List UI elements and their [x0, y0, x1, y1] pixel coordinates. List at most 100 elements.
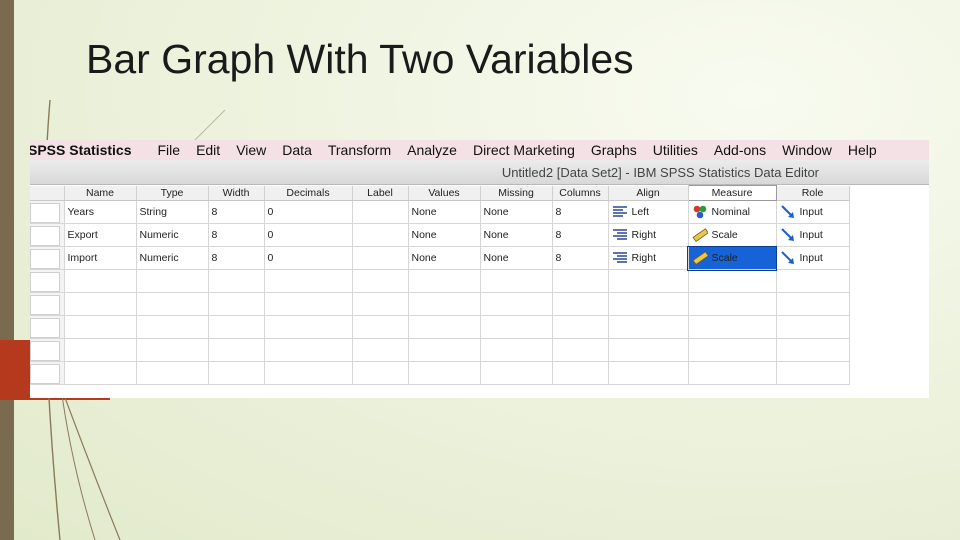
- menu-help[interactable]: Help: [840, 142, 885, 158]
- cell-type[interactable]: Numeric: [136, 246, 209, 270]
- empty-cell[interactable]: [776, 361, 850, 385]
- empty-cell[interactable]: [480, 361, 553, 385]
- empty-cell[interactable]: [208, 361, 265, 385]
- empty-cell[interactable]: [264, 338, 353, 362]
- empty-cell[interactable]: [64, 269, 137, 293]
- cell-values[interactable]: None: [408, 200, 481, 224]
- cell-measure[interactable]: Scale: [688, 223, 777, 247]
- cell-role[interactable]: Input: [776, 223, 850, 247]
- col-header-role[interactable]: Role: [776, 185, 850, 201]
- empty-cell[interactable]: [688, 361, 777, 385]
- cell-missing[interactable]: None: [480, 200, 553, 224]
- empty-cell[interactable]: [480, 315, 553, 339]
- col-header-align[interactable]: Align: [608, 185, 689, 201]
- empty-cell[interactable]: [480, 338, 553, 362]
- row-header[interactable]: [30, 269, 65, 293]
- cell-width[interactable]: 8: [208, 246, 265, 270]
- empty-cell[interactable]: [64, 315, 137, 339]
- empty-cell[interactable]: [264, 361, 353, 385]
- empty-cell[interactable]: [352, 269, 409, 293]
- empty-cell[interactable]: [136, 315, 209, 339]
- empty-cell[interactable]: [480, 292, 553, 316]
- cell-columns[interactable]: 8: [552, 223, 609, 247]
- menu-add-ons[interactable]: Add-ons: [706, 142, 774, 158]
- empty-cell[interactable]: [208, 292, 265, 316]
- row-header[interactable]: [30, 315, 65, 339]
- empty-cell[interactable]: [408, 361, 481, 385]
- cell-align[interactable]: Left: [608, 200, 689, 224]
- empty-cell[interactable]: [608, 338, 689, 362]
- cell-align[interactable]: Right: [608, 246, 689, 270]
- empty-cell[interactable]: [208, 315, 265, 339]
- empty-cell[interactable]: [608, 361, 689, 385]
- empty-cell[interactable]: [776, 315, 850, 339]
- row-header[interactable]: [30, 246, 65, 270]
- cell-width[interactable]: 8: [208, 200, 265, 224]
- col-header-measure[interactable]: Measure: [687, 185, 777, 201]
- empty-cell[interactable]: [64, 292, 137, 316]
- cell-name[interactable]: Years: [64, 200, 137, 224]
- empty-cell[interactable]: [264, 292, 353, 316]
- empty-cell[interactable]: [688, 269, 777, 293]
- col-header-width[interactable]: Width: [208, 185, 265, 201]
- empty-cell[interactable]: [136, 292, 209, 316]
- menu-window[interactable]: Window: [774, 142, 840, 158]
- empty-cell[interactable]: [608, 315, 689, 339]
- cell-columns[interactable]: 8: [552, 200, 609, 224]
- col-header-decimals[interactable]: Decimals: [264, 185, 353, 201]
- empty-cell[interactable]: [688, 292, 777, 316]
- cell-name[interactable]: Export: [64, 223, 137, 247]
- empty-cell[interactable]: [136, 269, 209, 293]
- empty-cell[interactable]: [608, 292, 689, 316]
- col-header-missing[interactable]: Missing: [480, 185, 553, 201]
- menu-transform[interactable]: Transform: [320, 142, 399, 158]
- cell-role[interactable]: Input: [776, 246, 850, 270]
- cell-label[interactable]: [352, 223, 409, 247]
- empty-cell[interactable]: [688, 315, 777, 339]
- menu-edit[interactable]: Edit: [188, 142, 228, 158]
- cell-missing[interactable]: None: [480, 223, 553, 247]
- menu-file[interactable]: File: [150, 142, 189, 158]
- cell-missing[interactable]: None: [480, 246, 553, 270]
- col-header-values[interactable]: Values: [408, 185, 481, 201]
- empty-cell[interactable]: [64, 338, 137, 362]
- cell-decimals[interactable]: 0: [264, 223, 353, 247]
- row-header[interactable]: [30, 361, 65, 385]
- col-header-columns[interactable]: Columns: [552, 185, 609, 201]
- empty-cell[interactable]: [688, 338, 777, 362]
- empty-cell[interactable]: [408, 338, 481, 362]
- cell-values[interactable]: None: [408, 223, 481, 247]
- empty-cell[interactable]: [408, 269, 481, 293]
- cell-type[interactable]: Numeric: [136, 223, 209, 247]
- col-header-type[interactable]: Type: [136, 185, 209, 201]
- empty-cell[interactable]: [552, 315, 609, 339]
- empty-cell[interactable]: [352, 361, 409, 385]
- empty-cell[interactable]: [64, 361, 137, 385]
- empty-cell[interactable]: [264, 269, 353, 293]
- empty-cell[interactable]: [352, 292, 409, 316]
- menu-view[interactable]: View: [228, 142, 274, 158]
- cell-label[interactable]: [352, 246, 409, 270]
- empty-cell[interactable]: [136, 338, 209, 362]
- cell-measure-selected[interactable]: Scale: [687, 245, 777, 271]
- cell-role[interactable]: Input: [776, 200, 850, 224]
- menu-app-name[interactable]: SPSS Statistics: [30, 142, 150, 158]
- empty-cell[interactable]: [608, 269, 689, 293]
- cell-align[interactable]: Right: [608, 223, 689, 247]
- cell-values[interactable]: None: [408, 246, 481, 270]
- empty-cell[interactable]: [776, 338, 850, 362]
- empty-cell[interactable]: [552, 338, 609, 362]
- menu-direct-marketing[interactable]: Direct Marketing: [465, 142, 583, 158]
- row-header[interactable]: [30, 223, 65, 247]
- row-header[interactable]: [30, 338, 65, 362]
- cell-label[interactable]: [352, 200, 409, 224]
- cell-decimals[interactable]: 0: [264, 246, 353, 270]
- cell-name[interactable]: Import: [64, 246, 137, 270]
- col-header-label[interactable]: Label: [352, 185, 409, 201]
- menu-utilities[interactable]: Utilities: [645, 142, 706, 158]
- empty-cell[interactable]: [552, 361, 609, 385]
- empty-cell[interactable]: [408, 292, 481, 316]
- empty-cell[interactable]: [552, 269, 609, 293]
- empty-cell[interactable]: [264, 315, 353, 339]
- cell-columns[interactable]: 8: [552, 246, 609, 270]
